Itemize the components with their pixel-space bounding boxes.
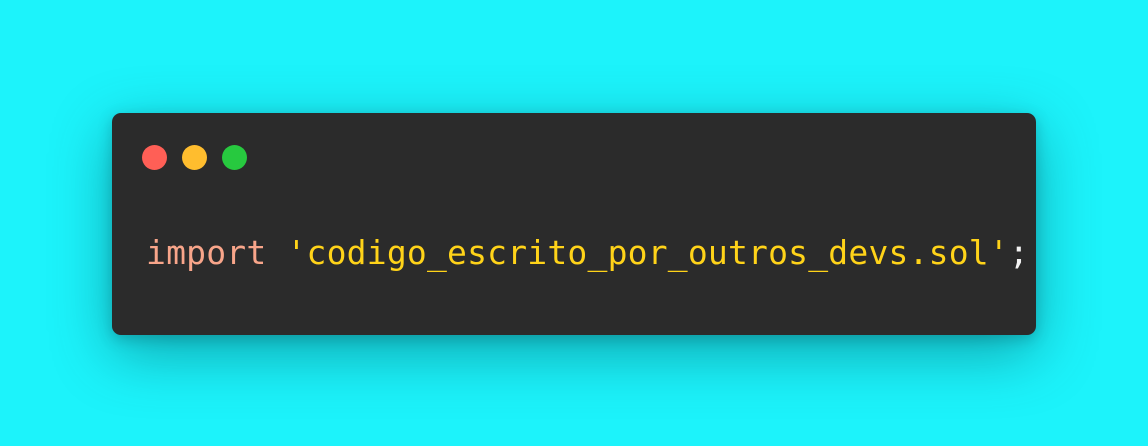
- close-dot-icon[interactable]: [142, 145, 167, 170]
- semicolon: ;: [1008, 233, 1029, 272]
- maximize-dot-icon[interactable]: [222, 145, 247, 170]
- import-keyword: import: [146, 233, 267, 272]
- code-line: import 'codigo_escrito_por_outros_devs.s…: [146, 233, 1029, 273]
- import-path-string: 'codigo_escrito_por_outros_devs.sol': [286, 233, 1009, 272]
- window-controls: [142, 145, 247, 170]
- minimize-dot-icon[interactable]: [182, 145, 207, 170]
- code-window: import 'codigo_escrito_por_outros_devs.s…: [112, 113, 1036, 335]
